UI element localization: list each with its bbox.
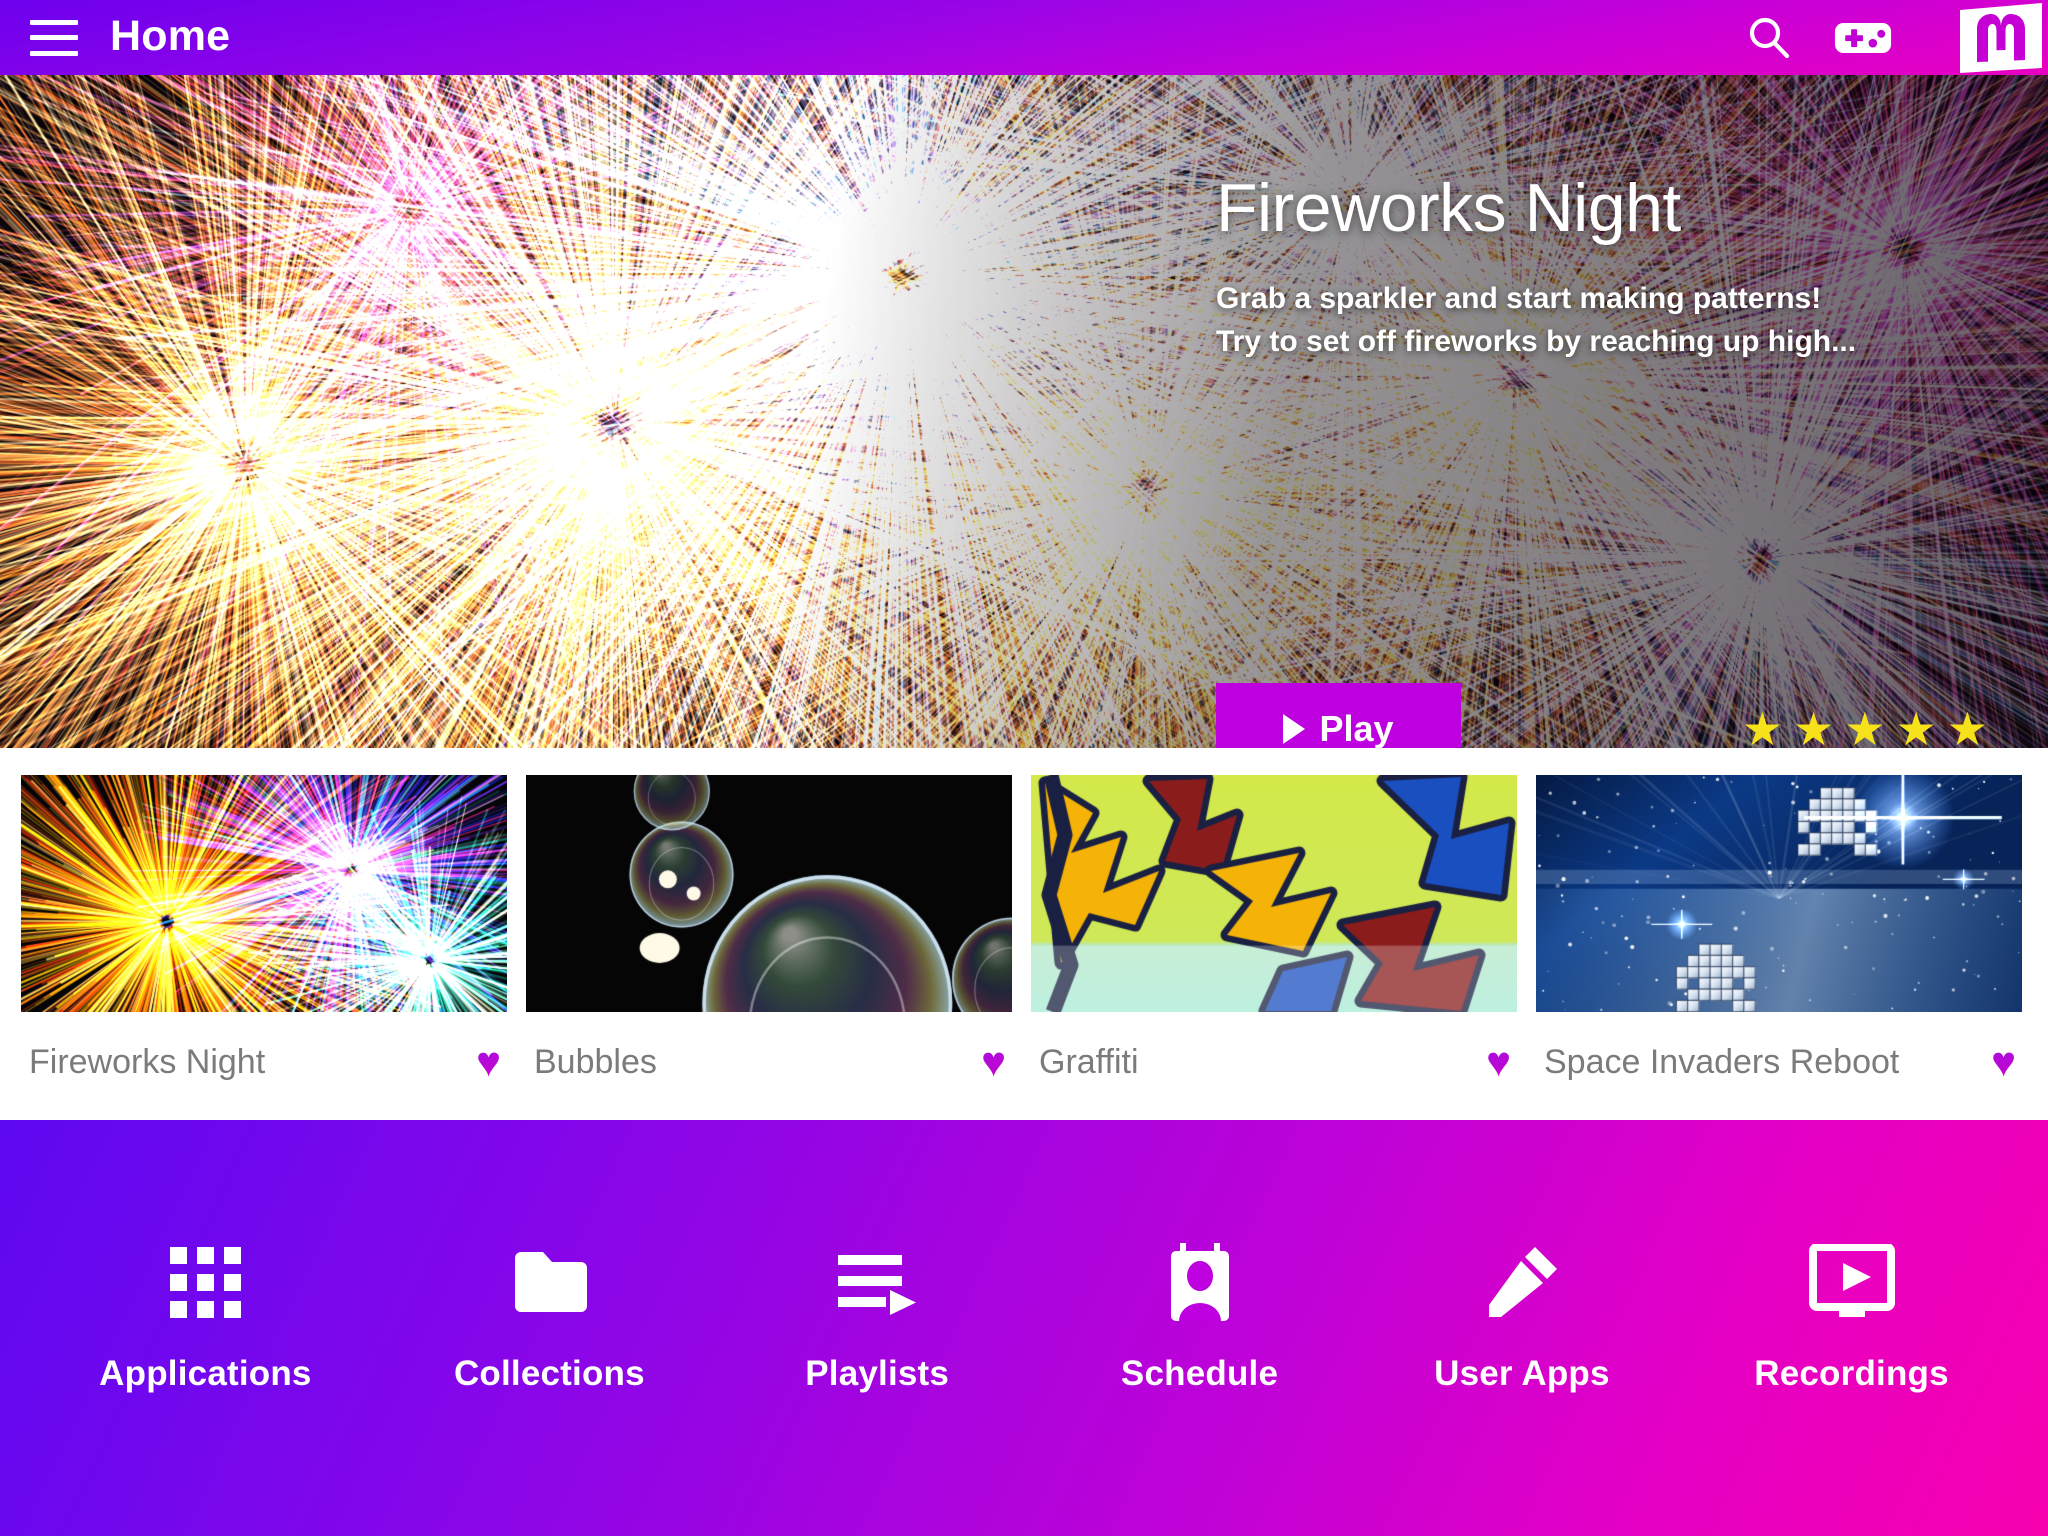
hero-description-line-1: Grab a sparkler and start making pattern…: [1216, 282, 1822, 316]
card-meta: Space Invaders Reboot ♥: [1536, 1012, 2022, 1112]
favorite-heart-icon[interactable]: ♥: [965, 1041, 1006, 1083]
game-card[interactable]: Space Invaders Reboot ♥: [1536, 775, 2022, 1112]
favorite-heart-icon[interactable]: ♥: [1470, 1041, 1511, 1083]
card-thumbnail[interactable]: [1031, 775, 1517, 1012]
nav-item-label: Schedule: [1120, 1354, 1279, 1393]
nav-item-label: Applications: [99, 1354, 312, 1393]
monitor-play-icon: [1808, 1244, 1895, 1320]
card-title: Fireworks Night: [29, 1042, 266, 1081]
game-card[interactable]: Graffiti ♥: [1031, 775, 1517, 1112]
nav-item-label: Playlists: [805, 1354, 950, 1393]
card-meta: Fireworks Night ♥: [21, 1012, 507, 1112]
nav-item-playlists[interactable]: Playlists: [787, 1244, 967, 1394]
hero-content: Fireworks Night Grab a sparkler and star…: [1216, 170, 2016, 364]
game-card[interactable]: Bubbles ♥: [526, 775, 1012, 1112]
featured-cards-section: Fireworks Night ♥ Bubbles ♥ Graffiti ♥ Space I…: [0, 748, 2048, 1120]
favorite-heart-icon[interactable]: ♥: [1975, 1041, 2016, 1083]
hero-description-line-2: Try to set off fireworks by reaching up …: [1216, 324, 1857, 358]
hamburger-line: [30, 19, 78, 25]
top-bar-actions: [1740, 0, 2048, 75]
playlist-lines-play-icon: [836, 1244, 918, 1320]
card-meta: Graffiti ♥: [1031, 1012, 1517, 1112]
nav-item-collections[interactable]: Collections: [454, 1244, 645, 1394]
nav-item-recordings[interactable]: Recordings: [1754, 1244, 1949, 1394]
star-icon[interactable]: ★: [1947, 706, 1988, 748]
nav-item-label: Collections: [453, 1354, 645, 1393]
hero-banner[interactable]: Fireworks Night Grab a sparkler and star…: [0, 75, 2048, 748]
search-icon[interactable]: [1740, 9, 1798, 67]
grid-apps-icon: [169, 1244, 241, 1320]
star-icon[interactable]: ★: [1896, 706, 1937, 748]
card-thumbnail[interactable]: [526, 775, 1012, 1012]
nav-item-label: User Apps: [1434, 1354, 1610, 1393]
magic-m-logo[interactable]: [1954, 0, 2048, 75]
page-title: Home: [110, 12, 231, 60]
star-icon[interactable]: ★: [1742, 706, 1783, 748]
hero-description: Grab a sparkler and start making pattern…: [1216, 278, 1946, 363]
play-button-label: Play: [1319, 708, 1394, 748]
play-button[interactable]: Play: [1216, 683, 1461, 748]
star-icon[interactable]: ★: [1844, 706, 1885, 748]
card-meta: Bubbles ♥: [526, 1012, 1012, 1112]
featured-cards-row: Fireworks Night ♥ Bubbles ♥ Graffiti ♥ Space I…: [21, 775, 2027, 1112]
home-screen: Home Fireworks Night Grab a sparkler and…: [0, 0, 2048, 1536]
folder-icon: [511, 1244, 588, 1320]
hamburger-menu-icon[interactable]: [30, 19, 78, 56]
rating-stars[interactable]: ★ ★ ★ ★ ★: [1742, 706, 2006, 748]
nav-item-schedule[interactable]: Schedule: [1110, 1243, 1290, 1394]
star-icon[interactable]: ★: [1793, 706, 1834, 748]
card-title: Space Invaders Reboot: [1544, 1042, 1900, 1081]
play-triangle-icon: [1283, 714, 1306, 744]
game-card[interactable]: Fireworks Night ♥: [21, 775, 507, 1112]
card-thumbnail[interactable]: [1536, 775, 2022, 1012]
hero-action-row: Play ★ ★ ★ ★ ★: [1216, 683, 2006, 748]
hamburger-line: [30, 35, 78, 40]
card-title: Graffiti: [1039, 1042, 1139, 1081]
contact-card-person-icon: [1168, 1243, 1232, 1321]
nav-item-applications[interactable]: Applications: [99, 1244, 311, 1394]
card-title: Bubbles: [534, 1042, 657, 1081]
hero-title: Fireworks Night: [1216, 170, 1681, 246]
card-thumbnail[interactable]: [21, 775, 507, 1012]
nav-item-label: Recordings: [1754, 1354, 1949, 1393]
nav-item-user-apps[interactable]: User Apps: [1432, 1244, 1612, 1394]
hamburger-line: [30, 50, 78, 56]
pencil-icon: [1485, 1244, 1559, 1320]
bottom-navigation: Applications Collections Playlists Schedule…: [0, 1120, 2048, 1536]
favorite-heart-icon[interactable]: ♥: [460, 1041, 501, 1083]
gamepad-icon[interactable]: [1834, 9, 1892, 67]
top-app-bar: Home: [0, 0, 2048, 75]
